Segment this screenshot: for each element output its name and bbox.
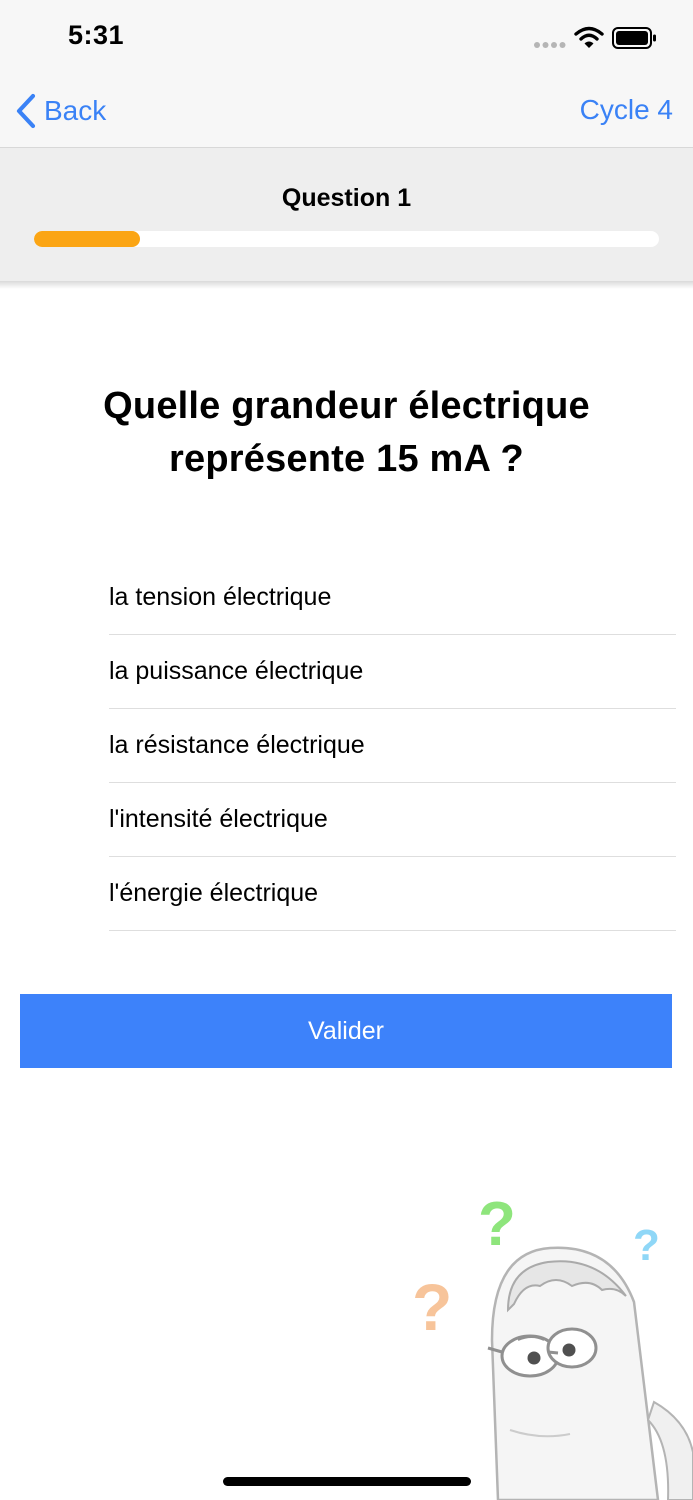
back-button[interactable]: Back xyxy=(14,92,106,130)
navigation-bar: Back Cycle 4 xyxy=(0,76,693,148)
progress-bar-fill xyxy=(34,231,141,247)
answer-option[interactable]: la résistance électrique xyxy=(109,709,676,783)
progress-bar xyxy=(34,231,659,247)
question-text: Quelle grandeur électrique représente 15… xyxy=(103,385,590,480)
home-indicator[interactable] xyxy=(223,1477,471,1486)
svg-text:?: ? xyxy=(633,1221,660,1270)
answer-option[interactable]: l'intensité électrique xyxy=(109,783,676,857)
svg-text:?: ? xyxy=(412,1270,452,1344)
answer-option[interactable]: la tension électrique xyxy=(109,561,676,635)
cycle-button[interactable]: Cycle 4 xyxy=(580,94,673,126)
battery-icon xyxy=(612,27,656,49)
answer-option[interactable]: la puissance électrique xyxy=(109,635,676,709)
answer-option[interactable]: l'énergie électrique xyxy=(109,857,676,931)
status-time: 5:31 xyxy=(68,20,125,50)
chevron-left-icon xyxy=(16,93,36,129)
back-label: Back xyxy=(44,95,107,126)
cellular-dots-icon xyxy=(534,42,566,48)
wifi-icon xyxy=(574,26,604,48)
svg-text:?: ? xyxy=(478,1190,516,1259)
question-header: Question 1 xyxy=(0,148,693,281)
question-number: Question 1 xyxy=(281,184,412,212)
header-shadow xyxy=(0,281,693,289)
confused-mascot-icon: ? ? ? xyxy=(412,1190,693,1500)
status-bar: 5:31 xyxy=(0,0,693,76)
answer-list: la tension électrique la puissance élect… xyxy=(109,561,676,931)
validate-button[interactable]: Valider xyxy=(20,994,672,1068)
